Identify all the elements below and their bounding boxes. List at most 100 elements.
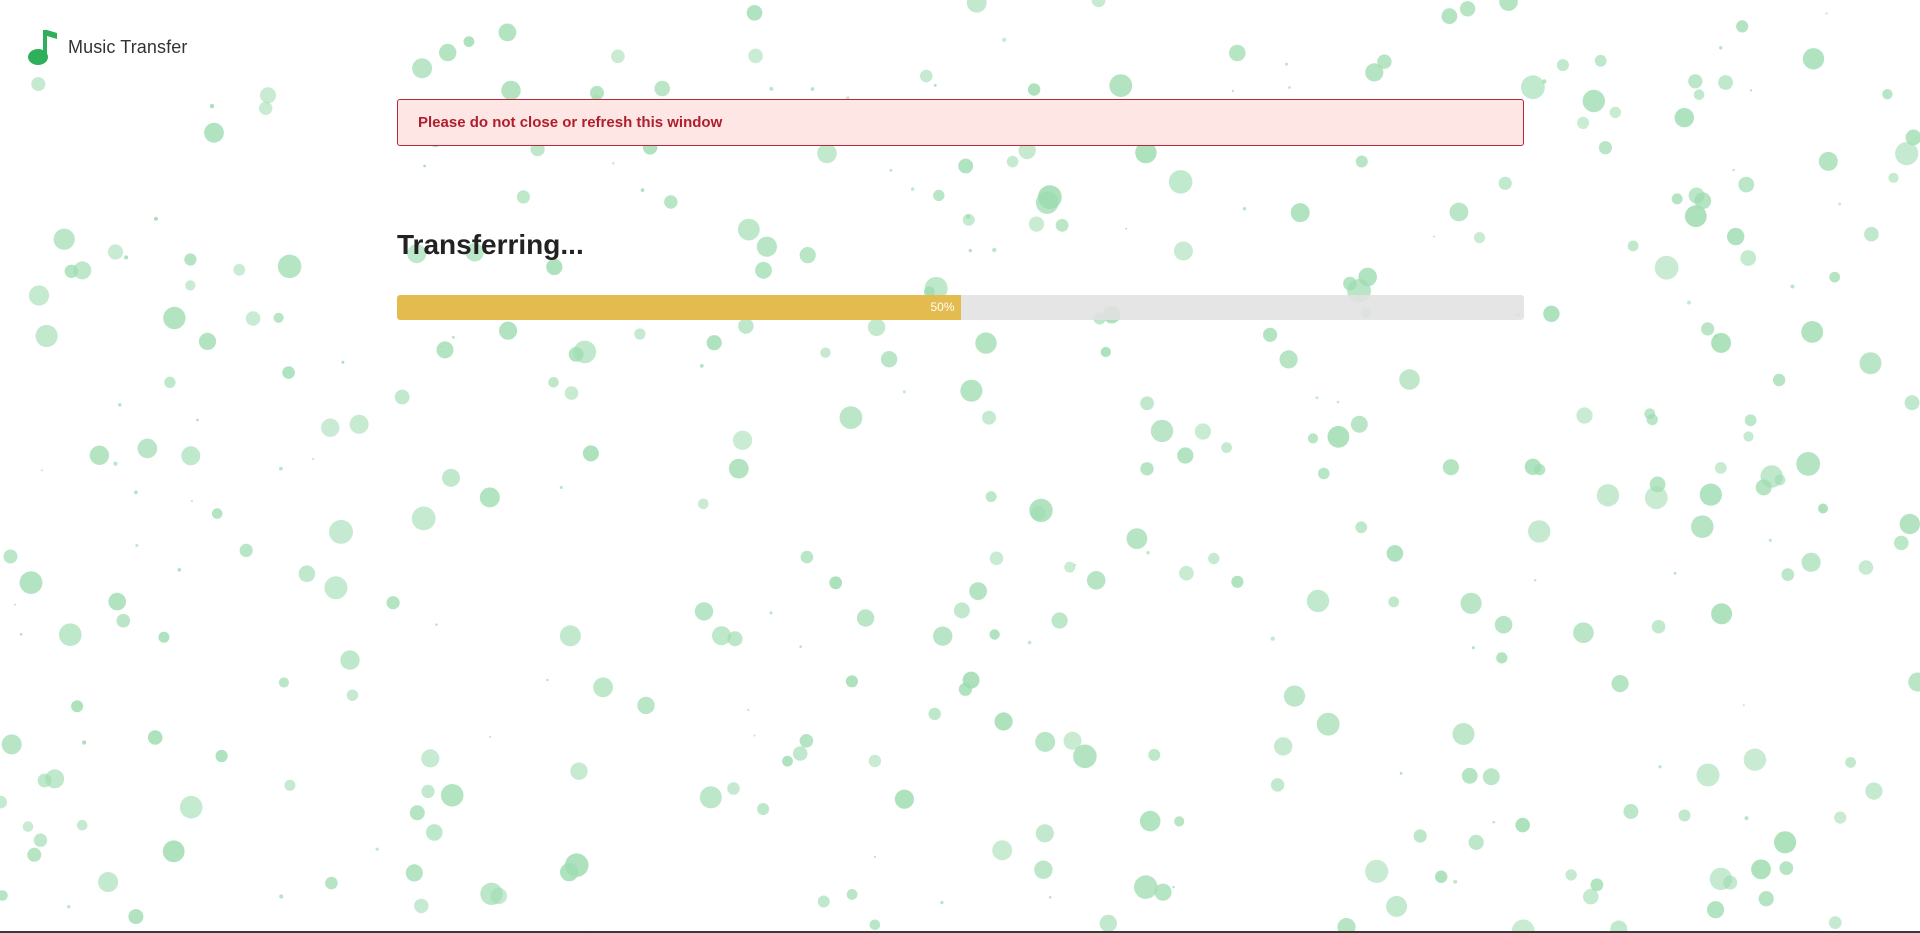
bubble bbox=[1627, 240, 1639, 252]
bubble bbox=[769, 86, 774, 91]
bubble bbox=[1825, 12, 1828, 15]
bubble bbox=[1386, 895, 1408, 917]
bubble bbox=[1283, 685, 1306, 707]
bubble bbox=[1441, 8, 1458, 25]
bubble bbox=[1002, 37, 1007, 43]
bubble bbox=[73, 261, 92, 280]
bubble bbox=[421, 749, 440, 768]
bubble bbox=[22, 821, 34, 832]
bubble bbox=[1074, 564, 1076, 566]
bubble bbox=[746, 5, 763, 21]
bubble bbox=[727, 782, 740, 795]
bubble bbox=[1742, 704, 1745, 707]
bubble bbox=[634, 328, 646, 340]
bubble bbox=[116, 613, 131, 628]
bubble bbox=[1051, 612, 1068, 629]
bubble bbox=[1316, 712, 1340, 736]
bubble bbox=[1029, 498, 1053, 523]
bubble bbox=[738, 318, 754, 334]
bubble bbox=[960, 379, 983, 402]
bubble bbox=[1091, 0, 1106, 8]
bubble bbox=[1760, 465, 1783, 488]
bubble bbox=[184, 253, 197, 266]
bubble bbox=[1779, 861, 1794, 875]
bubble bbox=[1150, 419, 1174, 443]
bubble bbox=[820, 347, 831, 358]
bubble bbox=[727, 631, 743, 647]
bubble bbox=[1674, 108, 1695, 128]
bubble bbox=[593, 677, 613, 698]
bubble bbox=[769, 611, 773, 615]
bubble bbox=[215, 749, 228, 763]
bubble bbox=[1146, 551, 1150, 555]
bubble bbox=[1801, 321, 1824, 343]
bubble bbox=[158, 631, 170, 643]
bubble bbox=[1711, 332, 1732, 353]
bubble bbox=[1711, 603, 1733, 625]
bubble bbox=[409, 805, 425, 821]
bubble bbox=[1399, 369, 1420, 390]
bubble bbox=[706, 335, 722, 351]
bubble bbox=[137, 438, 158, 459]
bubble bbox=[1596, 484, 1620, 507]
bubble bbox=[1194, 423, 1211, 440]
app-header: Music Transfer bbox=[26, 28, 187, 66]
bubble bbox=[162, 840, 185, 863]
bubble bbox=[1858, 560, 1874, 575]
bubble bbox=[19, 571, 43, 594]
bubble bbox=[1687, 300, 1691, 305]
bubble bbox=[1099, 914, 1117, 931]
bubble bbox=[1109, 74, 1133, 97]
bubble bbox=[375, 847, 379, 851]
bubble bbox=[340, 650, 360, 670]
bubble bbox=[312, 457, 315, 461]
bubble bbox=[14, 603, 17, 606]
bubble bbox=[181, 446, 201, 466]
bubble bbox=[1073, 744, 1097, 769]
bubble bbox=[846, 889, 858, 900]
bubble bbox=[108, 592, 126, 611]
bubble bbox=[451, 335, 455, 339]
progress-label: 50% bbox=[930, 300, 955, 315]
bubble bbox=[1499, 0, 1518, 11]
bubble bbox=[411, 506, 436, 531]
bubble bbox=[1594, 54, 1607, 67]
bubble bbox=[1646, 413, 1658, 426]
bubble bbox=[1719, 46, 1723, 50]
bubble bbox=[277, 254, 302, 279]
music-note-icon bbox=[28, 30, 57, 65]
bubble bbox=[1577, 116, 1590, 129]
bubble bbox=[118, 403, 122, 407]
bubble bbox=[564, 386, 579, 400]
bubble bbox=[1336, 400, 1340, 404]
bubble bbox=[1781, 568, 1795, 581]
bubble bbox=[1865, 782, 1883, 800]
bubble bbox=[792, 746, 808, 761]
bubble bbox=[1743, 431, 1754, 442]
bubble bbox=[1086, 571, 1106, 590]
bubble bbox=[975, 332, 997, 354]
bubble bbox=[1318, 467, 1330, 480]
bubble bbox=[1738, 176, 1755, 193]
bubble bbox=[1064, 561, 1076, 573]
bubble bbox=[1644, 486, 1668, 510]
bubble bbox=[1528, 520, 1551, 543]
bubble bbox=[1582, 89, 1606, 113]
bubble bbox=[1864, 226, 1879, 242]
bubble bbox=[637, 696, 655, 715]
bubble bbox=[800, 550, 814, 564]
bubble bbox=[19, 632, 23, 636]
bubble bbox=[1688, 74, 1703, 89]
bubble bbox=[196, 418, 199, 422]
bubble bbox=[1534, 579, 1537, 582]
bubble bbox=[1718, 75, 1733, 90]
bubble bbox=[799, 645, 802, 648]
bubble bbox=[163, 306, 186, 330]
bubble bbox=[279, 894, 284, 899]
bubble bbox=[440, 784, 464, 807]
bubble bbox=[1790, 284, 1795, 289]
bubble bbox=[829, 576, 843, 590]
bubble bbox=[442, 468, 460, 487]
bubble bbox=[1100, 346, 1111, 358]
bubble bbox=[582, 445, 599, 462]
